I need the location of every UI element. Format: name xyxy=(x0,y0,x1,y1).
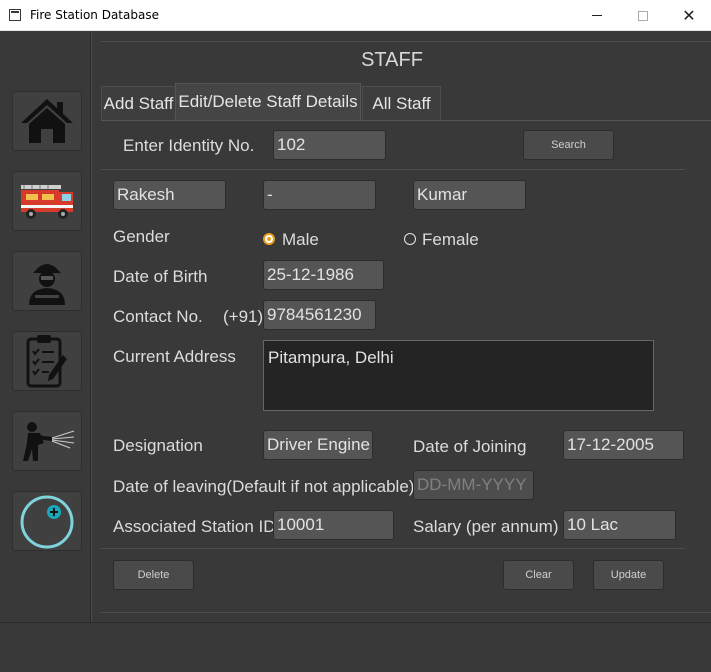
fire-hose-icon xyxy=(23,422,75,461)
female-label: Female xyxy=(422,230,479,249)
sidebar-item-firefighter[interactable] xyxy=(12,251,82,311)
identity-input[interactable]: 102 xyxy=(273,130,386,160)
sidebar-item-home[interactable] xyxy=(12,91,82,151)
middle-name-input[interactable]: - xyxy=(263,180,376,210)
gender-label: Gender xyxy=(113,227,170,246)
tab-all-staff[interactable]: All Staff xyxy=(362,86,441,120)
dob-input[interactable]: 25-12-1986 xyxy=(263,260,384,290)
first-name-input[interactable]: Rakesh xyxy=(113,180,226,210)
station-input[interactable]: 10001 xyxy=(273,510,394,540)
dob-label: Date of Birth xyxy=(113,267,208,286)
add-circle-icon xyxy=(20,495,74,549)
sidebar-item-clipboard[interactable] xyxy=(12,331,82,391)
salary-input[interactable]: 10 Lac xyxy=(563,510,676,540)
clipboard-icon xyxy=(26,335,67,388)
home-icon xyxy=(21,99,73,143)
app-icon xyxy=(9,9,21,21)
tab-edit-delete-staff[interactable]: Edit/Delete Staff Details xyxy=(175,83,361,120)
joining-label: Date of Joining xyxy=(413,437,527,456)
page-title: STAFF xyxy=(361,49,423,71)
contact-input[interactable]: 9784561230 xyxy=(263,300,376,330)
tab-divider xyxy=(101,120,711,121)
clear-button[interactable]: Clear xyxy=(503,560,574,590)
male-radio[interactable] xyxy=(263,233,275,245)
maximize-icon xyxy=(638,10,648,21)
divider xyxy=(101,548,685,549)
last-name-input[interactable]: Kumar xyxy=(413,180,526,210)
window-title: Fire Station Database xyxy=(30,8,159,22)
contact-prefix: (+91) xyxy=(223,307,264,326)
close-button[interactable]: ✕ xyxy=(666,0,711,31)
address-textarea[interactable]: Pitampura, Delhi xyxy=(263,340,654,411)
delete-button[interactable]: Delete xyxy=(113,560,194,590)
minimize-icon xyxy=(592,15,602,16)
sidebar-item-fire-truck[interactable] xyxy=(12,171,82,231)
station-label: Associated Station ID xyxy=(113,517,276,536)
identity-label: Enter Identity No. xyxy=(123,136,255,155)
app-window: STAFF Add Staff Edit/Delete Staff Detail… xyxy=(0,31,711,672)
maximize-button[interactable] xyxy=(620,0,666,31)
contact-label: Contact No. xyxy=(113,307,203,326)
main-panel: STAFF Add Staff Edit/Delete Staff Detail… xyxy=(92,31,711,622)
female-radio[interactable] xyxy=(404,233,416,245)
leaving-label: Date of leaving(Default if not applicabl… xyxy=(113,477,415,496)
search-button[interactable]: Search xyxy=(523,130,614,160)
status-divider xyxy=(0,622,711,623)
sidebar-item-add[interactable] xyxy=(12,491,82,551)
sidebar-item-fire-hose[interactable] xyxy=(12,411,82,471)
divider xyxy=(101,169,685,170)
joining-input[interactable]: 17-12-2005 xyxy=(563,430,684,460)
title-bar: Fire Station Database ✕ xyxy=(0,0,711,31)
fire-truck-icon xyxy=(21,185,73,219)
sidebar xyxy=(0,31,91,622)
firefighter-icon xyxy=(29,264,65,305)
address-label: Current Address xyxy=(113,347,236,366)
salary-label: Salary (per annum) xyxy=(413,517,559,536)
leaving-input[interactable]: DD-MM-YYYY xyxy=(413,470,534,500)
designation-label: Designation xyxy=(113,436,203,455)
male-label: Male xyxy=(282,230,319,249)
close-icon: ✕ xyxy=(682,5,696,25)
designation-input[interactable]: Driver Engine xyxy=(263,430,373,460)
minimize-button[interactable] xyxy=(574,0,620,31)
tab-add-staff[interactable]: Add Staff xyxy=(101,86,176,120)
update-button[interactable]: Update xyxy=(593,560,664,590)
divider xyxy=(101,41,711,42)
divider xyxy=(101,612,711,613)
